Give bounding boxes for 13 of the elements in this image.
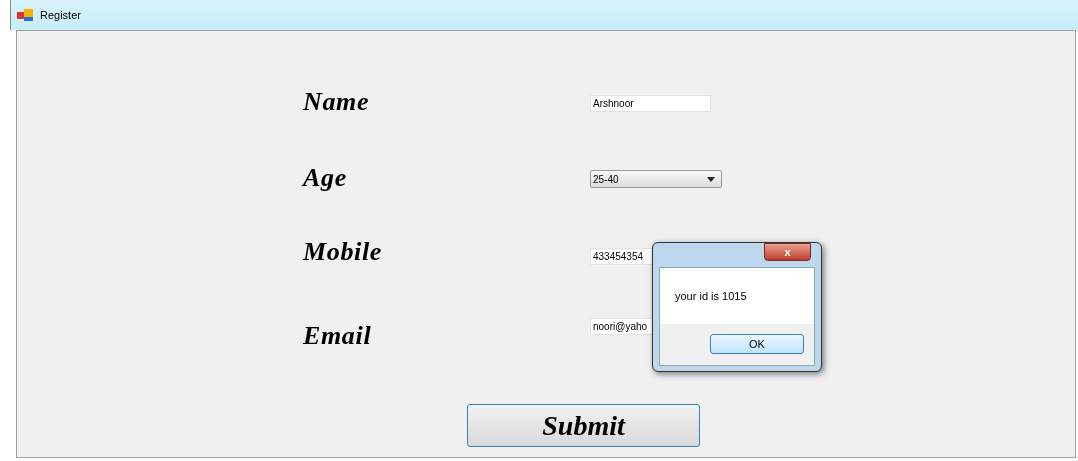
input-field[interactable]: Arshnoor <box>590 95 711 112</box>
dialog-message: your id is 1015 <box>675 288 747 304</box>
caret-icon <box>707 176 715 182</box>
window-title: Register <box>40 7 81 23</box>
field-label: Name <box>303 86 370 118</box>
close-button[interactable]: x <box>764 243 811 261</box>
field-label: Email <box>303 320 372 352</box>
age-dropdown[interactable]: 25-40 <box>590 170 722 188</box>
ok-button[interactable]: OK <box>710 334 804 354</box>
field-label: Mobile <box>303 236 382 268</box>
app-icon <box>17 9 33 21</box>
submit-button[interactable]: Submit <box>467 404 700 447</box>
field-label: Age <box>303 162 347 194</box>
